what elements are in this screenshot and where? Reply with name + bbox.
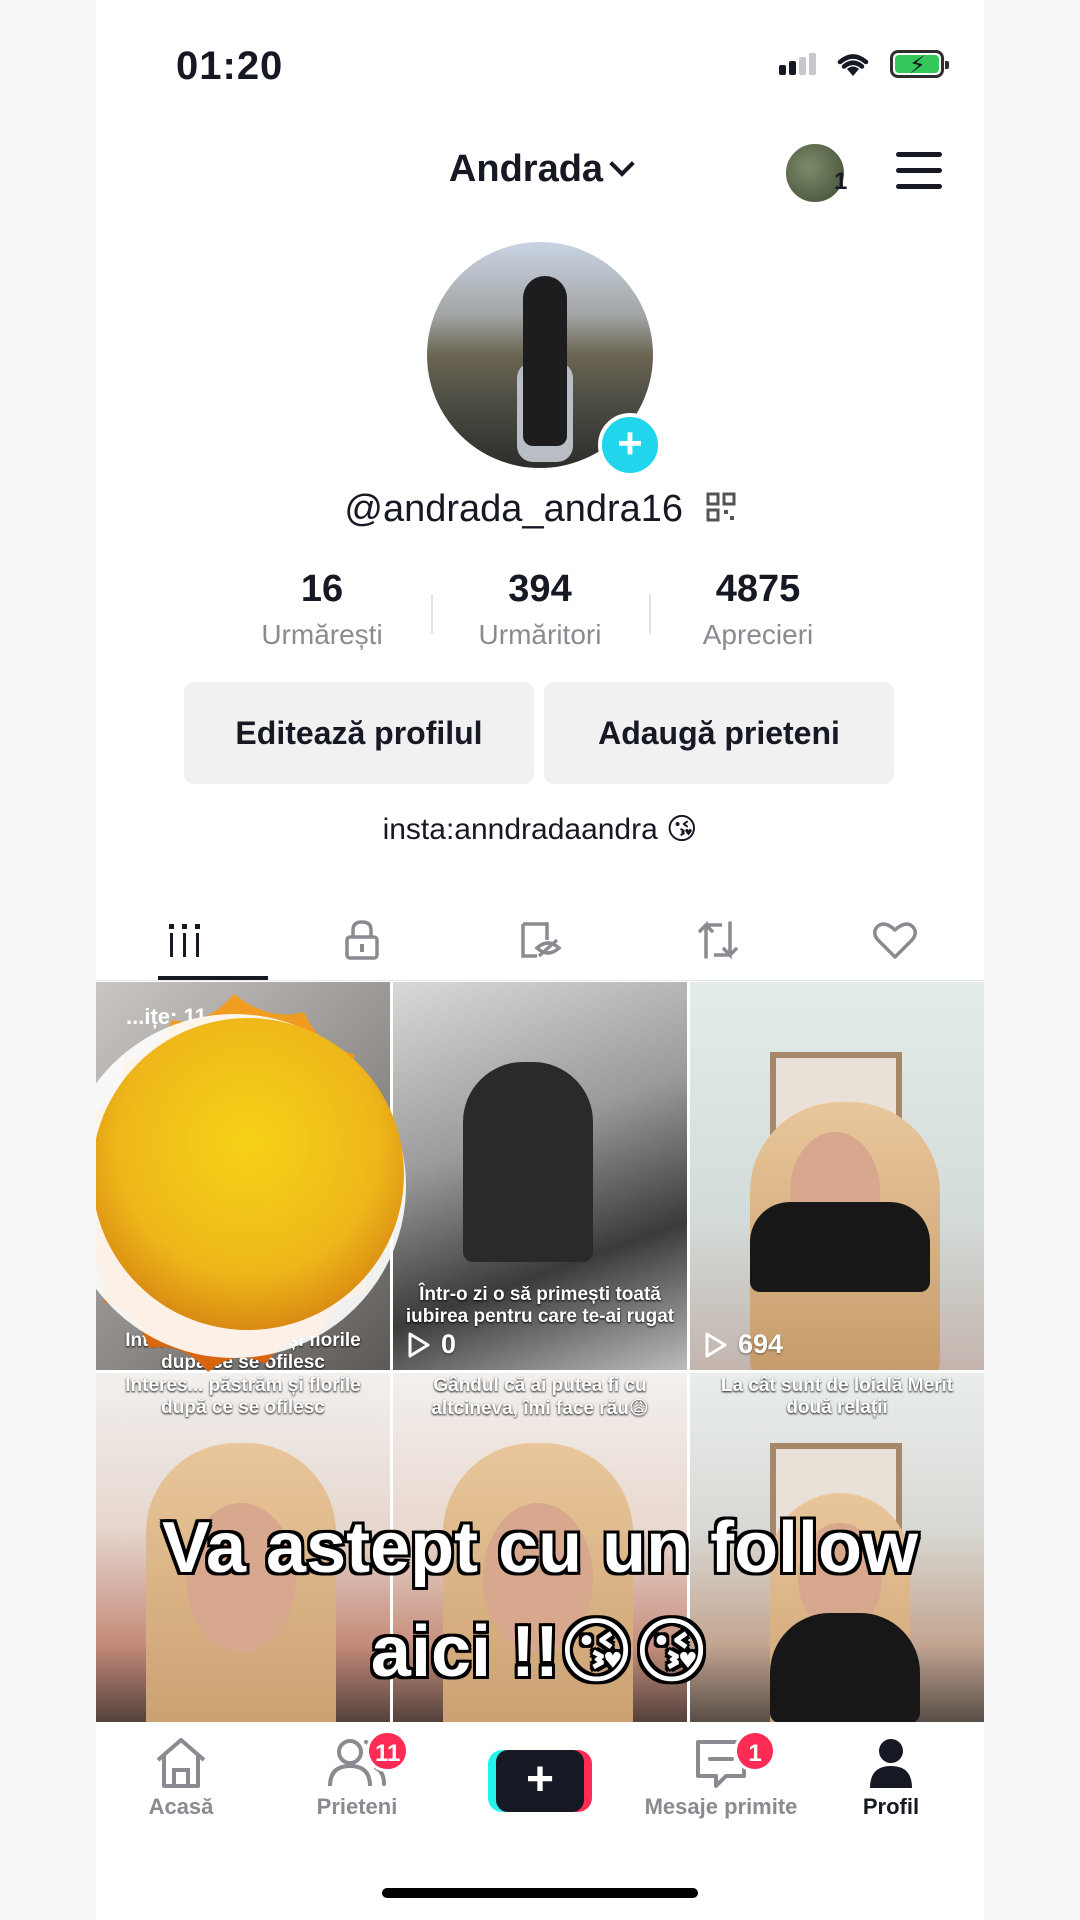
- video-caption: La cât sunt de loială Merit două relații: [720, 1375, 954, 1418]
- wifi-icon: [837, 54, 869, 76]
- account-name: Andrada: [448, 148, 604, 190]
- overlay-line-1: Va astept cu un follow: [161, 1508, 919, 1588]
- tab-liked[interactable]: [806, 900, 984, 980]
- private-lock-icon: [345, 920, 380, 960]
- hidden-likes-icon: [521, 922, 562, 958]
- create-video-button[interactable]: +: [488, 1750, 592, 1812]
- nav-friends-label: Prieteni: [316, 1794, 398, 1819]
- hamburger-menu-icon[interactable]: [896, 152, 942, 200]
- friends-badge: 11: [366, 1730, 410, 1772]
- username-row: @andrada_andra16: [96, 488, 984, 531]
- plus-icon: +: [496, 1750, 584, 1812]
- nav-profile-label: Profil: [862, 1794, 920, 1819]
- home-icon: [156, 1738, 206, 1788]
- status-time: 01:20: [176, 44, 284, 88]
- nav-home-label: Acasă: [148, 1794, 214, 1819]
- videos-grid-icon: [168, 924, 200, 957]
- stat-label: Urmăritori: [478, 619, 602, 650]
- stat-likes[interactable]: 4875 Aprecieri: [649, 568, 867, 651]
- profile-actions: Editează profilul Adaugă prieteni: [184, 682, 894, 784]
- add-friends-button[interactable]: Adaugă prieteni: [544, 682, 894, 784]
- qr-code-icon[interactable]: [706, 492, 736, 522]
- home-indicator[interactable]: [382, 1888, 698, 1898]
- stat-label: Aprecieri: [702, 619, 814, 650]
- profile-bio: insta:anndradaandra 😘: [382, 813, 698, 846]
- overlay-line-2: aici !!😘😘: [370, 1612, 710, 1692]
- nav-inbox-label: Mesaje primite: [644, 1794, 798, 1819]
- status-icons: ⚡: [779, 50, 949, 79]
- battery-icon: ⚡: [890, 50, 949, 79]
- profile-person-icon: [870, 1739, 912, 1788]
- stat-value: 16: [300, 568, 344, 610]
- view-count-value: 694: [738, 1329, 784, 1359]
- switch-account-count: 1: [834, 168, 848, 195]
- overlay-caption: Va astept cu un follow aici !!😘😘: [96, 1496, 984, 1704]
- repost-icon: [697, 920, 738, 960]
- stat-following[interactable]: 16 Urmărești: [213, 568, 431, 651]
- stat-followers[interactable]: 394 Urmăritori: [431, 568, 649, 651]
- tab-reposts[interactable]: [629, 900, 807, 980]
- stat-value: 394: [508, 568, 572, 610]
- liked-heart-icon: [873, 922, 918, 959]
- view-count: 694: [704, 1329, 783, 1360]
- stat-label: Urmărești: [261, 619, 383, 650]
- nav-inbox[interactable]: Mesaje primite 1: [626, 1730, 816, 1820]
- add-photo-plus-icon[interactable]: +: [598, 413, 662, 477]
- play-icon: [705, 1332, 727, 1357]
- sun-sticker-icon: [96, 994, 406, 1372]
- stat-value: 4875: [715, 568, 801, 610]
- cellular-signal-icon: [779, 53, 816, 75]
- profile-stats: 16 Urmărești 394 Urmăritori 4875 Aprecie…: [96, 568, 984, 651]
- account-switcher[interactable]: Andrada: [96, 148, 984, 191]
- video-thumbnail[interactable]: 694: [690, 982, 984, 1370]
- inbox-badge: 1: [734, 1730, 776, 1772]
- nav-home[interactable]: Acasă: [96, 1736, 266, 1820]
- chevron-down-icon: [609, 151, 635, 177]
- phone-screen: 01:20 ⚡ Andrada 1 + @andrada_andra16 16 …: [96, 0, 984, 1920]
- tab-hidden-likes[interactable]: [451, 900, 629, 980]
- nav-friends[interactable]: Prieteni 11: [272, 1730, 442, 1820]
- edit-profile-button[interactable]: Editează profilul: [184, 682, 534, 784]
- username: @andrada_andra16: [344, 488, 684, 530]
- nav-profile[interactable]: Profil: [806, 1736, 976, 1820]
